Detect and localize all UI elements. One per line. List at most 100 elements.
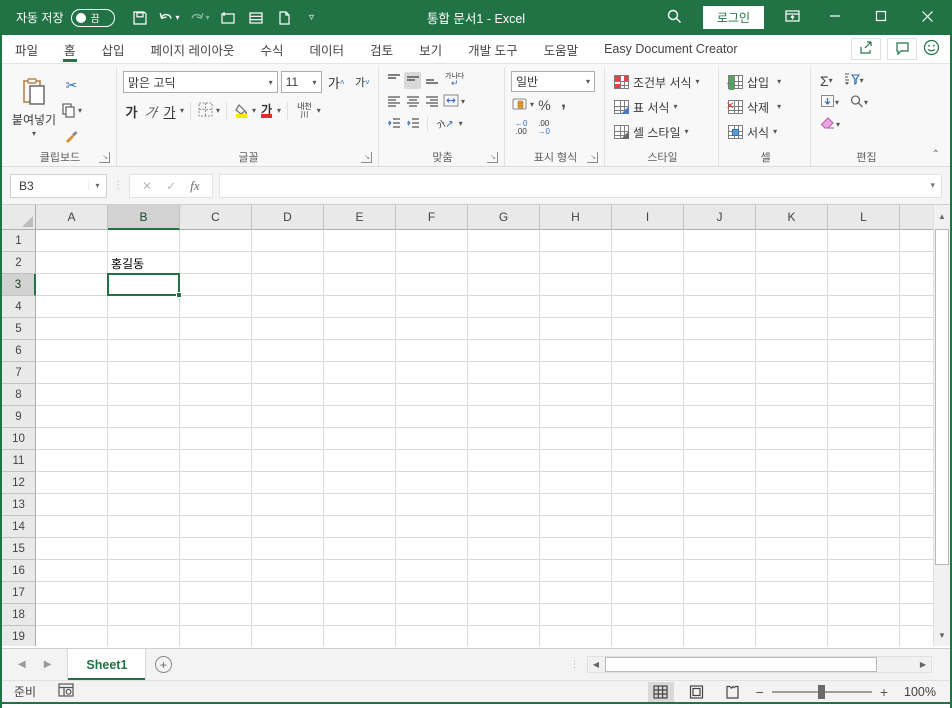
zoom-slider-thumb[interactable] <box>817 684 825 699</box>
cell-A17[interactable] <box>36 582 108 604</box>
cell-H11[interactable] <box>540 450 612 472</box>
cell-G3[interactable] <box>468 274 540 296</box>
maximize-button[interactable] <box>858 0 904 35</box>
cell-partial-3[interactable] <box>900 274 933 296</box>
cell-K5[interactable] <box>756 318 828 340</box>
row-header-10[interactable]: 10 <box>2 428 36 450</box>
fill-button[interactable]: ▾ <box>817 93 842 112</box>
cell-F11[interactable] <box>396 450 468 472</box>
tab-easy-document-creator[interactable]: Easy Document Creator <box>591 35 750 63</box>
cell-H17[interactable] <box>540 582 612 604</box>
expand-formula-bar-icon[interactable]: ▾ <box>930 180 935 191</box>
cell-A15[interactable] <box>36 538 108 560</box>
cell-B12[interactable] <box>108 472 180 494</box>
cell-I10[interactable] <box>612 428 684 450</box>
cell-D10[interactable] <box>252 428 324 450</box>
copy-button[interactable]: ▾ <box>60 100 83 122</box>
comma-style-button[interactable]: , <box>555 93 572 114</box>
autosum-button[interactable]: Σ ▾ <box>817 72 836 90</box>
cell-D13[interactable] <box>252 494 324 516</box>
cell-H19[interactable] <box>540 626 612 646</box>
cell-K12[interactable] <box>756 472 828 494</box>
scroll-left-icon[interactable]: ◀ <box>588 660 604 669</box>
cell-G5[interactable] <box>468 318 540 340</box>
cell-K3[interactable] <box>756 274 828 296</box>
underline-dropdown-icon[interactable]: ▾ <box>180 107 184 115</box>
sort-filter-button[interactable]: ▾ <box>840 71 867 90</box>
row-header-11[interactable]: 11 <box>2 450 36 472</box>
delete-cells-button[interactable]: ✕ 삭제 ▾ <box>725 95 806 119</box>
font-color-dropdown-icon[interactable]: ▾ <box>277 107 281 115</box>
cell-C8[interactable] <box>180 384 252 406</box>
cell-D6[interactable] <box>252 340 324 362</box>
tab-help[interactable]: 도움말 <box>531 35 592 63</box>
horizontal-scroll-thumb[interactable] <box>605 657 877 672</box>
cell-E18[interactable] <box>324 604 396 626</box>
cell-F3[interactable] <box>396 274 468 296</box>
merge-dropdown-icon[interactable]: ▾ <box>461 98 465 106</box>
cell-E6[interactable] <box>324 340 396 362</box>
bold-button[interactable]: 가 <box>123 103 140 120</box>
align-top-button[interactable] <box>385 72 402 89</box>
cell-H5[interactable] <box>540 318 612 340</box>
font-color-button[interactable]: 가 <box>258 103 275 120</box>
cell-E7[interactable] <box>324 362 396 384</box>
cell-D19[interactable] <box>252 626 324 646</box>
zoom-out-button[interactable]: − <box>756 684 764 700</box>
cell-J1[interactable] <box>684 230 756 252</box>
cell-G12[interactable] <box>468 472 540 494</box>
row-header-9[interactable]: 9 <box>2 406 36 428</box>
cell-I7[interactable] <box>612 362 684 384</box>
cell-H6[interactable] <box>540 340 612 362</box>
row-header-17[interactable]: 17 <box>2 582 36 604</box>
cancel-entry-button[interactable]: ✕ <box>142 179 152 193</box>
cell-F7[interactable] <box>396 362 468 384</box>
cell-A2[interactable] <box>36 252 108 274</box>
cell-partial-12[interactable] <box>900 472 933 494</box>
page-layout-view-button[interactable] <box>684 682 710 702</box>
row-header-1[interactable]: 1 <box>2 230 36 252</box>
cell-A11[interactable] <box>36 450 108 472</box>
close-button[interactable] <box>904 0 950 35</box>
cell-L10[interactable] <box>828 428 900 450</box>
cell-J18[interactable] <box>684 604 756 626</box>
phonetic-dropdown-icon[interactable]: ▾ <box>317 107 321 115</box>
cell-I2[interactable] <box>612 252 684 274</box>
align-right-button[interactable] <box>423 94 440 111</box>
cell-D11[interactable] <box>252 450 324 472</box>
cell-B16[interactable] <box>108 560 180 582</box>
fill-color-button[interactable] <box>233 103 250 120</box>
cell-partial-10[interactable] <box>900 428 933 450</box>
cell-G14[interactable] <box>468 516 540 538</box>
cell-F14[interactable] <box>396 516 468 538</box>
cell-H12[interactable] <box>540 472 612 494</box>
cell-C2[interactable] <box>180 252 252 274</box>
cell-B7[interactable] <box>108 362 180 384</box>
row-header-6[interactable]: 6 <box>2 340 36 362</box>
paste-dropdown-icon[interactable]: ▾ <box>32 130 36 138</box>
number-format-combo[interactable]: 일반 ▾ <box>511 71 595 92</box>
cell-L12[interactable] <box>828 472 900 494</box>
font-size-combo[interactable]: 11 ▾ <box>280 71 322 93</box>
vertical-scroll-thumb[interactable] <box>935 229 949 565</box>
cell-D9[interactable] <box>252 406 324 428</box>
cell-C10[interactable] <box>180 428 252 450</box>
cell-J8[interactable] <box>684 384 756 406</box>
cell-styles-button[interactable]: 셀 스타일 ▾ <box>611 120 714 144</box>
cell-J5[interactable] <box>684 318 756 340</box>
column-header-K[interactable]: K <box>756 205 828 230</box>
cell-L11[interactable] <box>828 450 900 472</box>
cell-K14[interactable] <box>756 516 828 538</box>
cell-E14[interactable] <box>324 516 396 538</box>
tab-view[interactable]: 보기 <box>406 35 455 63</box>
cell-I12[interactable] <box>612 472 684 494</box>
cell-A13[interactable] <box>36 494 108 516</box>
cell-G6[interactable] <box>468 340 540 362</box>
cell-C14[interactable] <box>180 516 252 538</box>
cell-D5[interactable] <box>252 318 324 340</box>
column-header-J[interactable]: J <box>684 205 756 230</box>
cell-A9[interactable] <box>36 406 108 428</box>
cell-C12[interactable] <box>180 472 252 494</box>
cell-A6[interactable] <box>36 340 108 362</box>
cell-partial-1[interactable] <box>900 230 933 252</box>
